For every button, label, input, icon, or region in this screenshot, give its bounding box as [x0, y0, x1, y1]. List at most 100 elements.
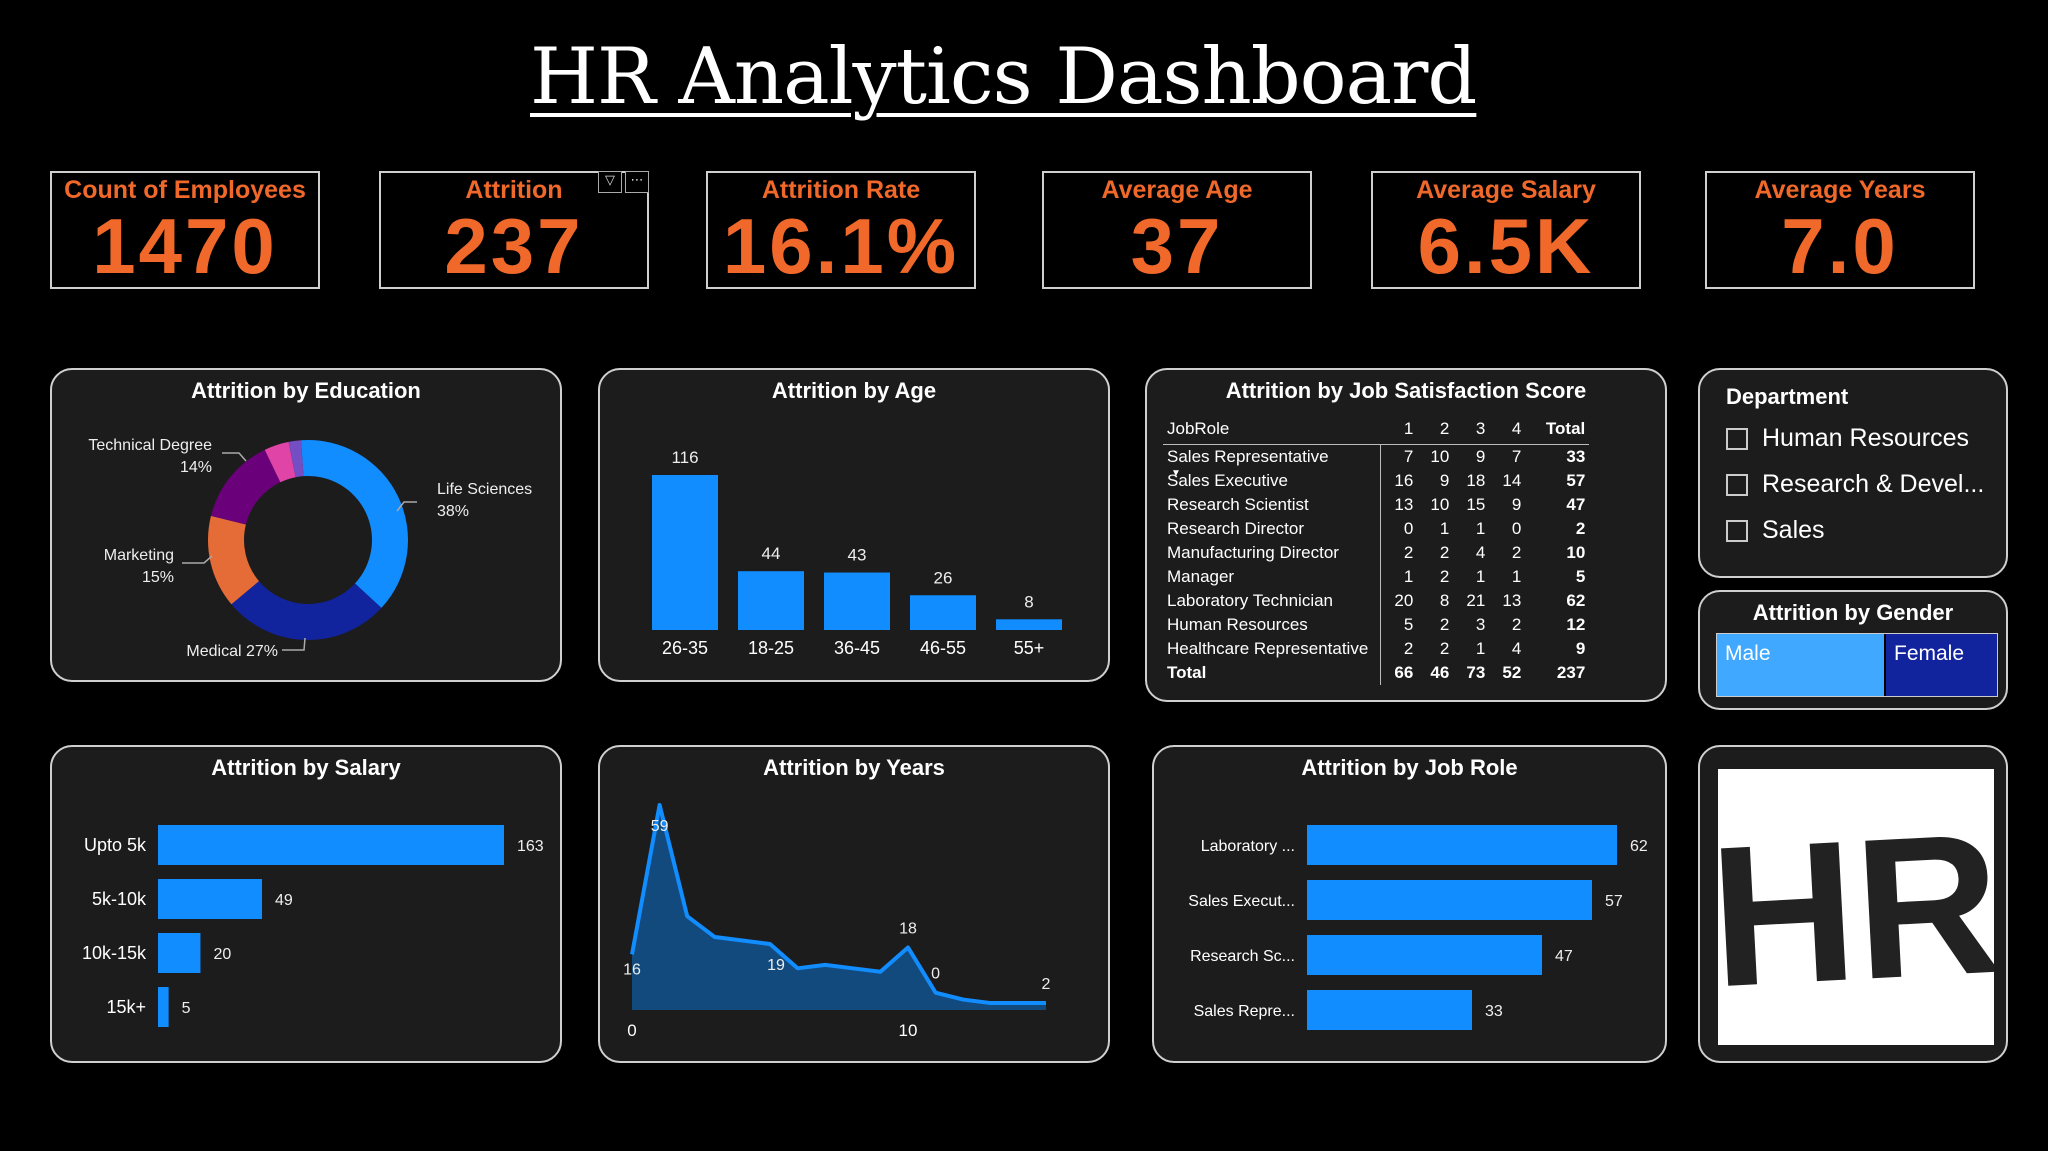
salary-bar-chart[interactable]: Upto 5k 163 5k-10k 49 10k-15k 20 15k+ 5 — [52, 747, 560, 1061]
donut-slice[interactable] — [231, 581, 382, 640]
table-row[interactable]: Healthcare Representative 2 2 1 4 9 — [1163, 637, 1589, 661]
table-cell: 2 — [1403, 639, 1414, 658]
table-cell: 21 — [1466, 591, 1486, 610]
label-marketing-pct: 15% — [142, 569, 174, 586]
table-cell: 13 — [1502, 591, 1522, 610]
column-header[interactable]: 4 — [1489, 414, 1526, 445]
gender-chart-card[interactable]: Attrition by Gender Male Female — [1698, 590, 2008, 710]
column-header-total[interactable]: Total — [1525, 414, 1590, 445]
salary-chart-card[interactable]: Attrition by Salary Upto 5k 163 5k-10k 49 10… — [50, 745, 562, 1063]
gender-segment-male[interactable]: Male — [1717, 634, 1884, 696]
bar-data-label: 49 — [275, 892, 293, 909]
hbar[interactable] — [1307, 935, 1542, 975]
table-cell: 2 — [1403, 543, 1414, 562]
filter-icon[interactable]: ▽ — [598, 171, 622, 193]
card-title: Attrition by Gender — [1752, 600, 1954, 625]
table-row[interactable]: Research Director 0 1 1 0 2 — [1163, 517, 1589, 541]
table-row[interactable]: Manufacturing Director 2 2 4 2 10 — [1163, 541, 1589, 565]
table-cell: Manufacturing Director — [1163, 541, 1382, 565]
checkbox[interactable] — [1726, 427, 1748, 450]
y-tick-label: 5k-10k — [92, 889, 147, 909]
table-cell: Total — [1163, 661, 1382, 685]
table-cell: 9 — [1575, 639, 1586, 658]
age-bar[interactable] — [996, 619, 1062, 630]
slicer-item-research-development[interactable]: Research & Devel... — [1726, 470, 1984, 499]
donut-slice[interactable] — [301, 440, 408, 608]
hbar[interactable] — [1307, 825, 1617, 865]
hbar[interactable] — [158, 825, 504, 865]
hbar[interactable] — [1307, 990, 1472, 1030]
table-cell: Sales Executive — [1163, 469, 1382, 493]
table-cell: 57 — [1566, 471, 1586, 490]
years-area-chart[interactable]: 16 59 19 18 0 2 0 10 — [600, 747, 1108, 1061]
column-header-jobrole[interactable]: JobRole ▼ — [1163, 414, 1381, 479]
slicer-item-sales[interactable]: Sales — [1726, 516, 1825, 545]
table-cell: 1 — [1475, 519, 1486, 538]
checkbox[interactable] — [1726, 473, 1748, 496]
table-row[interactable]: Laboratory Technician 20 8 21 13 62 — [1163, 589, 1589, 613]
years-chart-card[interactable]: Attrition by Years 16 59 19 18 0 2 0 10 — [598, 745, 1110, 1063]
table-cell: 4 — [1511, 639, 1522, 658]
gender-segment-female[interactable]: Female — [1886, 634, 1997, 696]
kpi-count-of-employees[interactable]: Count of Employees 1470 — [50, 171, 320, 289]
kpi-average-age[interactable]: Average Age 37 — [1042, 171, 1312, 289]
hbar[interactable] — [158, 879, 263, 919]
age-bar[interactable] — [738, 571, 804, 630]
more-options-icon[interactable]: ⋯ — [625, 171, 649, 193]
table-cell: 10 — [1430, 495, 1450, 514]
table-cell: 33 — [1566, 447, 1586, 466]
table-cell: 9 — [1511, 495, 1522, 514]
table-row[interactable]: Human Resources 5 2 3 2 12 — [1163, 613, 1589, 637]
leader-line — [182, 555, 213, 564]
checkbox[interactable] — [1726, 519, 1748, 542]
table-cell: 5 — [1575, 567, 1586, 586]
age-bar[interactable] — [652, 475, 718, 630]
y-tick-label: 15k+ — [106, 997, 146, 1017]
table-row[interactable]: Manager 1 2 1 1 5 — [1163, 565, 1589, 589]
age-bar[interactable] — [824, 572, 890, 630]
kpi-label: Average Years — [1754, 176, 1926, 204]
bar-data-label: 44 — [762, 544, 781, 563]
column-header[interactable]: 1 — [1380, 414, 1418, 445]
kpi-value: 6.5K — [1417, 202, 1595, 290]
y-tick-label: Laboratory ... — [1201, 838, 1295, 855]
department-slicer[interactable]: Department Human Resources Research & De… — [1698, 368, 2008, 578]
age-bar-chart[interactable]: 116 26-35 44 18-25 43 36-45 26 46-55 8 55+ — [600, 370, 1108, 680]
table-cell: 15 — [1466, 495, 1486, 514]
bar-data-label: 62 — [1630, 838, 1648, 855]
jobrole-bar-chart[interactable]: Laboratory ... 62 Sales Execut... 57 Researc… — [1154, 747, 1665, 1061]
table-row[interactable]: Sales Representative 7 10 9 7 33 — [1163, 444, 1589, 469]
table-row[interactable]: Research Scientist 13 10 15 9 47 — [1163, 493, 1589, 517]
education-donut-card[interactable]: Attrition by Education Technical Degree … — [50, 368, 562, 682]
hbar[interactable] — [1307, 880, 1592, 920]
table-row[interactable]: Sales Executive 16 9 18 14 57 — [1163, 469, 1589, 493]
job-satisfaction-table[interactable]: JobRole ▼ 1 2 3 4 Total Sales Representat… — [1163, 414, 1590, 685]
hbar[interactable] — [158, 987, 169, 1027]
point-data-label: 0 — [931, 966, 940, 983]
y-tick-label: Sales Execut... — [1188, 893, 1295, 910]
education-donut-chart[interactable]: Technical Degree 14% Life Sciences 38% M… — [52, 370, 560, 680]
jobrole-chart-card[interactable]: Attrition by Job Role Laboratory ... 62 Sa… — [1152, 745, 1667, 1063]
kpi-label: Attrition Rate — [761, 176, 921, 204]
kpi-label: Count of Employees — [64, 176, 306, 204]
job-satisfaction-card[interactable]: Attrition by Job Satisfaction Score JobR… — [1145, 368, 1667, 702]
hbar[interactable] — [158, 933, 201, 973]
age-bar[interactable] — [910, 595, 976, 630]
point-data-label: 2 — [1042, 976, 1051, 993]
bar-data-label: 163 — [517, 838, 544, 855]
kpi-average-salary[interactable]: Average Salary 6.5K — [1371, 171, 1641, 289]
dashboard-title: HR Analytics Dashboard — [530, 32, 1477, 122]
column-header[interactable]: 2 — [1417, 414, 1454, 445]
kpi-attrition[interactable]: ▽ ⋯ Attrition 237 — [379, 171, 649, 289]
bar-data-label: 43 — [848, 546, 867, 565]
slicer-item-human-resources[interactable]: Human Resources — [1726, 424, 1969, 453]
kpi-attrition-rate[interactable]: Attrition Rate 16.1% — [706, 171, 976, 289]
age-chart-card[interactable]: Attrition by Age 116 26-35 44 18-25 43 36-45 2… — [598, 368, 1110, 682]
slicer-title: Department — [1726, 384, 1849, 409]
column-header[interactable]: 3 — [1453, 414, 1490, 445]
gender-bar[interactable]: Male Female — [1716, 633, 1998, 697]
kpi-average-years[interactable]: Average Years 7.0 — [1705, 171, 1975, 289]
kpi-label: Average Salary — [1416, 176, 1596, 204]
donut-slices[interactable] — [207, 440, 408, 640]
table-cell: 1 — [1475, 567, 1486, 586]
